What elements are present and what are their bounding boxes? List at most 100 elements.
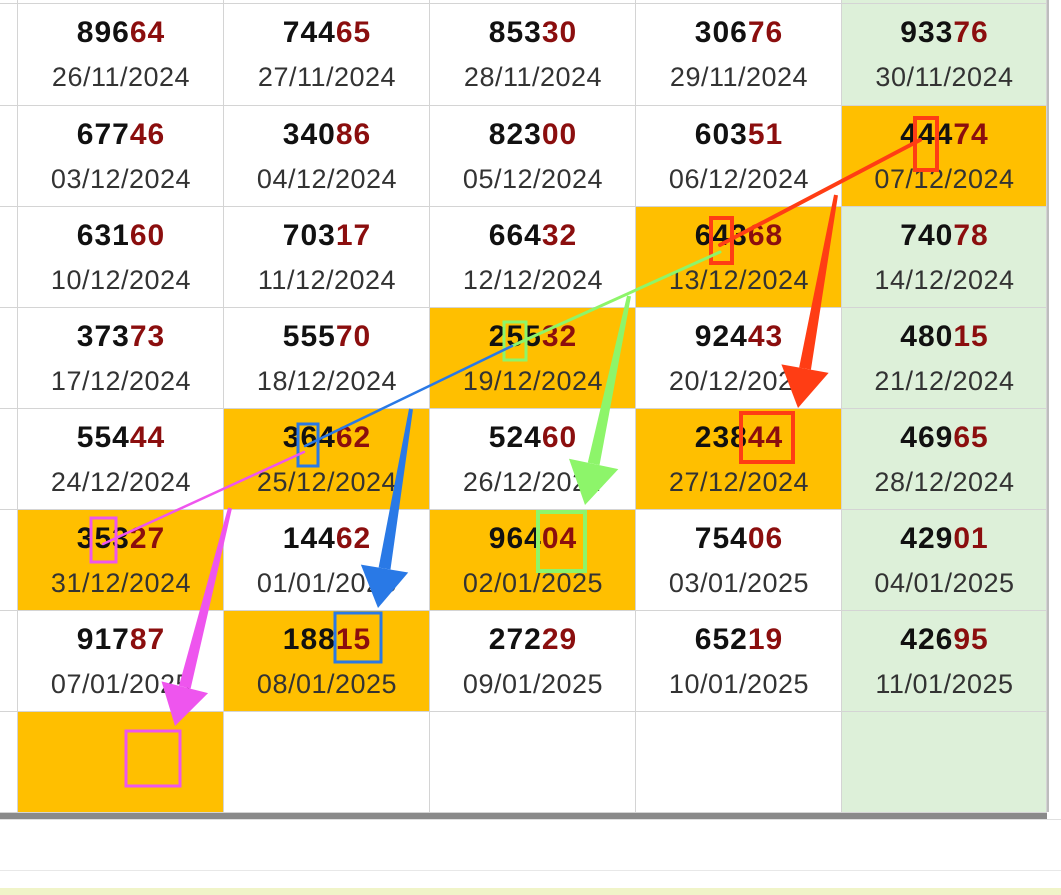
grid-row-line <box>0 408 1047 409</box>
grid-cell[interactable]: 34086 04/12/2024 <box>224 106 430 207</box>
grid-cell[interactable]: 42901 04/01/2025 <box>842 510 1047 611</box>
grid-cell[interactable] <box>224 712 430 813</box>
number-tail-digits: 62 <box>335 522 372 555</box>
number-tail-digits: 19 <box>747 623 784 656</box>
grid-cell[interactable]: 18815 08/01/2025 <box>224 611 430 712</box>
grid-cell[interactable]: 55570 18/12/2024 <box>224 308 430 409</box>
number-tail-digits: 87 <box>129 623 166 656</box>
number-lead-digits: 896 <box>76 16 130 49</box>
number-lead-digits: 480 <box>900 320 954 353</box>
number-tail-digits: 65 <box>335 16 372 49</box>
cell-date: 13/12/2024 <box>668 265 810 295</box>
grid-cell[interactable]: 52460 26/12/2024 <box>430 409 636 510</box>
cell-date: 20/12/2024 <box>668 366 810 396</box>
grid-cell[interactable]: 89664 26/11/2024 <box>18 4 224 106</box>
number-lead-digits: 469 <box>900 421 954 454</box>
number-tail-digits: 95 <box>953 623 989 656</box>
number-tail-digits: 44 <box>747 421 784 454</box>
grid-cell[interactable]: 60351 06/12/2024 <box>636 106 842 207</box>
grid-cell[interactable]: 42695 11/01/2025 <box>842 611 1047 712</box>
grid-cell[interactable]: 48015 21/12/2024 <box>842 308 1047 409</box>
grid-cell[interactable]: 63160 10/12/2024 <box>18 207 224 308</box>
grid-cell[interactable]: 37373 17/12/2024 <box>18 308 224 409</box>
number-lead-digits: 754 <box>694 522 748 555</box>
cell-date: 04/01/2025 <box>874 568 1015 598</box>
number-tail-digits: 06 <box>747 522 784 555</box>
number-tail-digits: 74 <box>953 118 989 151</box>
grid-cell[interactable]: 65219 10/01/2025 <box>636 611 842 712</box>
number-tail-digits: 64 <box>129 16 166 49</box>
grid-row-line <box>0 3 1047 4</box>
grid-cell[interactable]: 85330 28/11/2024 <box>430 4 636 106</box>
number-tail-digits: 04 <box>541 522 578 555</box>
grid-cell[interactable]: 25532 19/12/2024 <box>430 308 636 409</box>
grid-cell[interactable]: 96404 02/01/2025 <box>430 510 636 611</box>
grid-cell[interactable]: 92443 20/12/2024 <box>636 308 842 409</box>
grid-column-line <box>17 0 18 813</box>
grid-row-line <box>0 307 1047 308</box>
grid-column-line <box>635 0 636 813</box>
grid-cell[interactable]: 36462 25/12/2024 <box>224 409 430 510</box>
cell-number: 37373 <box>18 320 224 354</box>
cell-date: 01/01/2025 <box>256 568 398 598</box>
column-border <box>1047 0 1049 812</box>
number-tail-digits: 86 <box>335 118 372 151</box>
grid-cell[interactable]: 23844 27/12/2024 <box>636 409 842 510</box>
number-lead-digits: 933 <box>900 16 954 49</box>
number-lead-digits: 353 <box>76 522 130 555</box>
cell-number: 27229 <box>430 623 636 657</box>
grid-cell[interactable]: 91787 07/01/2025 <box>18 611 224 712</box>
vertical-scroll-track[interactable] <box>1047 0 1061 812</box>
number-tail-digits: 15 <box>953 320 989 353</box>
cell-date: 26/12/2024 <box>462 467 604 497</box>
number-tail-digits: 01 <box>953 522 989 555</box>
number-tail-digits: 29 <box>541 623 578 656</box>
grid-cell[interactable]: 75406 03/01/2025 <box>636 510 842 611</box>
grid-cell[interactable]: 44474 07/12/2024 <box>842 106 1047 207</box>
grid-cell[interactable]: 74078 14/12/2024 <box>842 207 1047 308</box>
grid-cell[interactable] <box>18 712 224 813</box>
grid-cell[interactable]: 30676 29/11/2024 <box>636 4 842 106</box>
grid-cell[interactable] <box>430 712 636 813</box>
number-lead-digits: 555 <box>282 320 336 353</box>
grid-column-line <box>429 0 430 813</box>
grid-cell[interactable]: 66432 12/12/2024 <box>430 207 636 308</box>
grid-cell[interactable]: 14462 01/01/2025 <box>224 510 430 611</box>
number-lead-digits: 272 <box>488 623 542 656</box>
cell-date: 14/12/2024 <box>874 265 1015 295</box>
grid-cell[interactable]: 55444 24/12/2024 <box>18 409 224 510</box>
number-lead-digits: 188 <box>282 623 336 656</box>
grid-cell[interactable]: 27229 09/01/2025 <box>430 611 636 712</box>
cell-date: 27/11/2024 <box>257 62 397 92</box>
grid-column-line <box>841 0 842 813</box>
grid-cell[interactable] <box>842 712 1047 813</box>
cell-date: 30/11/2024 <box>875 62 1014 92</box>
grid-cell[interactable]: 70317 11/12/2024 <box>224 207 430 308</box>
number-lead-digits: 853 <box>488 16 542 49</box>
spreadsheet-grid[interactable]: 89664 26/11/2024 74465 27/11/2024 85330 28/11… <box>0 0 1061 895</box>
grid-cell[interactable]: 74465 27/11/2024 <box>224 4 430 106</box>
grid-cell[interactable]: 35327 31/12/2024 <box>18 510 224 611</box>
grid-cell[interactable]: 67746 03/12/2024 <box>18 106 224 207</box>
cell-number: 23844 <box>636 421 842 455</box>
grid-cell[interactable]: 93376 30/11/2024 <box>842 4 1047 106</box>
number-lead-digits: 255 <box>488 320 542 353</box>
number-tail-digits: 00 <box>541 118 578 151</box>
cell-number: 89664 <box>18 16 224 50</box>
number-tail-digits: 32 <box>541 219 578 252</box>
cell-number: 91787 <box>18 623 224 657</box>
number-tail-digits: 15 <box>335 623 372 656</box>
cell-number: 74078 <box>842 219 1047 253</box>
grid-row-line <box>0 105 1047 106</box>
grid-row-line <box>0 206 1047 207</box>
grid-cell[interactable]: 82300 05/12/2024 <box>430 106 636 207</box>
cell-number: 64368 <box>636 219 842 253</box>
number-lead-digits: 444 <box>900 118 954 151</box>
cell-date: 11/12/2024 <box>257 265 397 295</box>
grid-cell[interactable] <box>636 712 842 813</box>
cell-number: 46965 <box>842 421 1047 455</box>
number-lead-digits: 306 <box>694 16 748 49</box>
grid-cell[interactable]: 46965 28/12/2024 <box>842 409 1047 510</box>
number-tail-digits: 43 <box>747 320 784 353</box>
grid-cell[interactable]: 64368 13/12/2024 <box>636 207 842 308</box>
